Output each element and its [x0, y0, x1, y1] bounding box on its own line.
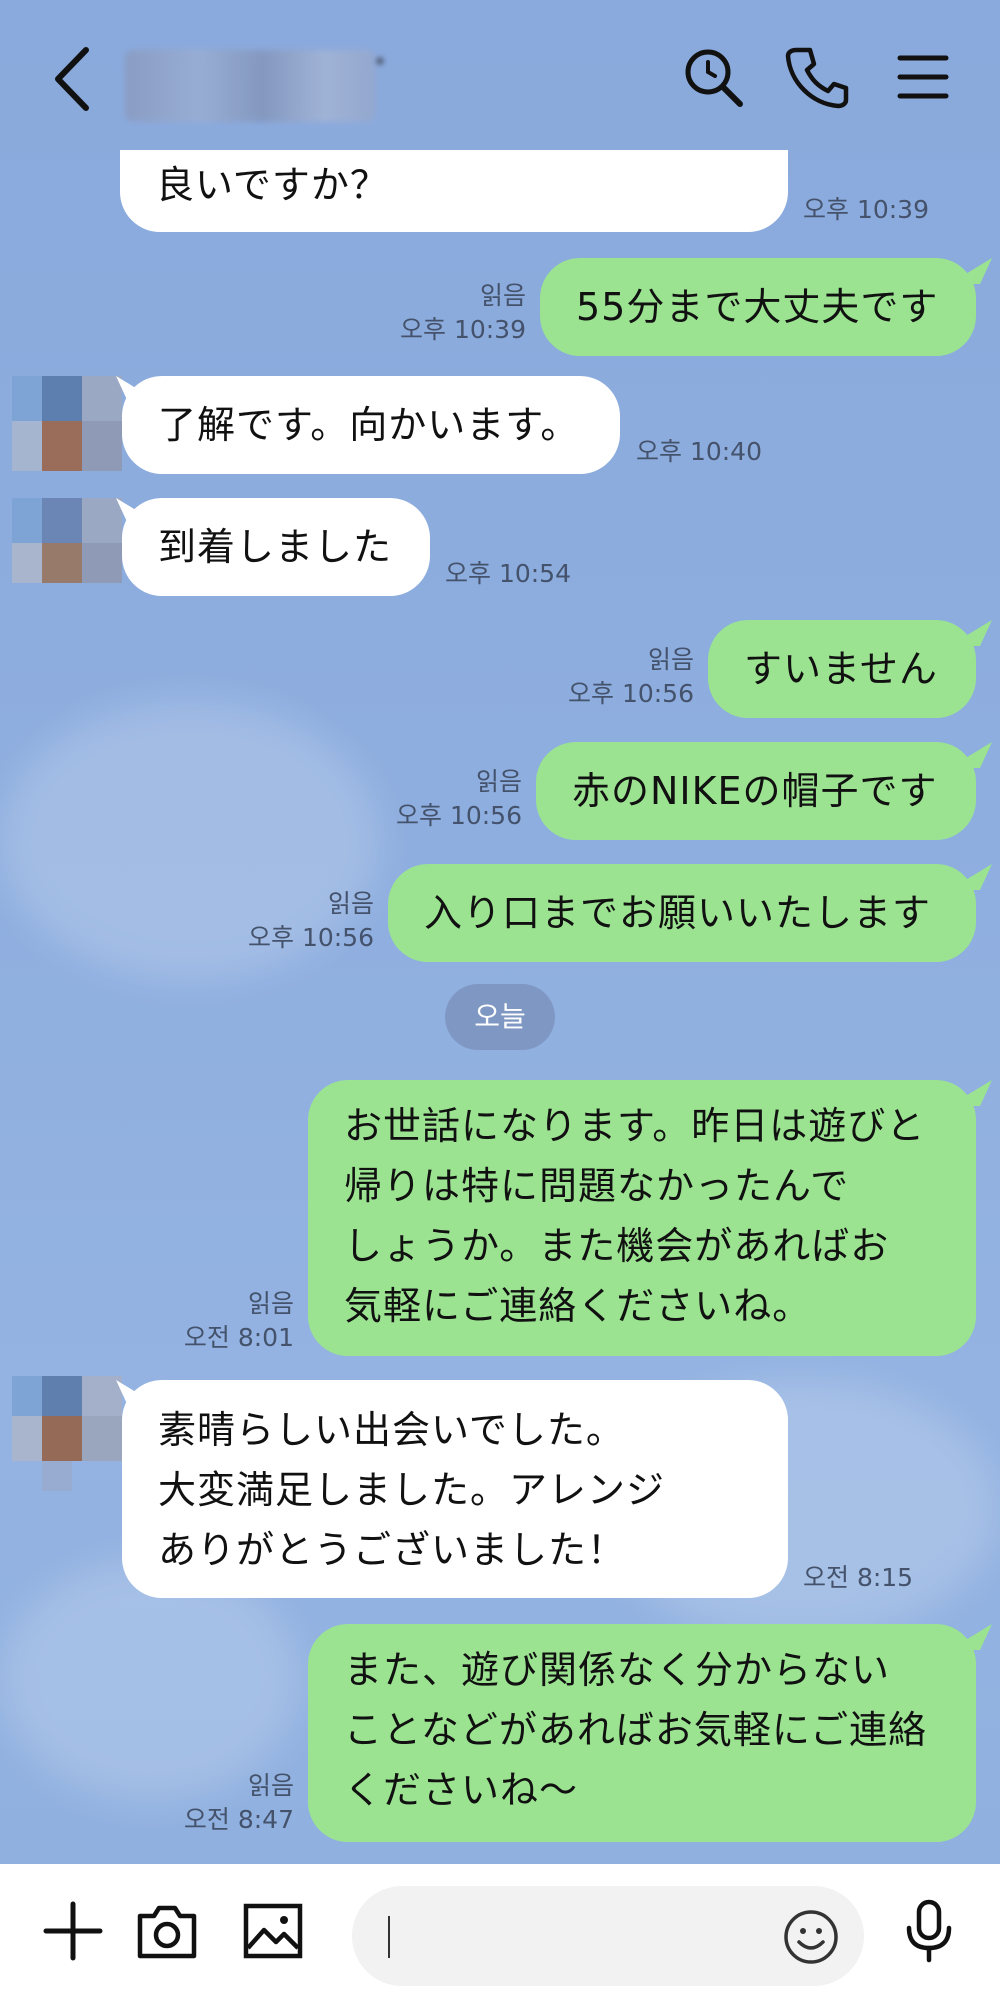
- message-text: すいません: [744, 647, 938, 691]
- contact-name[interactable]: [125, 50, 383, 122]
- message-time: 오후 10:56: [568, 679, 694, 708]
- read-receipt: 읽음: [475, 767, 522, 796]
- message-time: 오전 8:01: [183, 1323, 294, 1352]
- message-line: 帰りは特に問題なかったんで: [344, 1164, 850, 1208]
- message-time: 오후 10:54: [445, 559, 571, 588]
- message-time: 오전 8:15: [803, 1563, 914, 1592]
- mic-icon[interactable]: [894, 1896, 964, 1966]
- read-receipt: 읽음: [479, 281, 526, 310]
- image-icon[interactable]: [238, 1896, 308, 1966]
- message-time: 오후 10:56: [396, 801, 522, 830]
- phone-icon[interactable]: [782, 42, 852, 112]
- message-text: 良いですか？: [156, 163, 389, 207]
- bubble-tail: [962, 258, 992, 284]
- incoming-message[interactable]: 良いですか？: [120, 150, 788, 232]
- outgoing-message[interactable]: お世話になります。昨日は遊びと 帰りは特に問題なかったんで しょうか。また機会が…: [308, 1080, 976, 1356]
- menu-icon[interactable]: [888, 42, 958, 112]
- outgoing-message[interactable]: 赤のNIKEの帽子です: [536, 742, 976, 840]
- emoji-icon[interactable]: [782, 1908, 840, 1966]
- incoming-message[interactable]: 了解です。向かいます。: [122, 376, 620, 474]
- outgoing-message[interactable]: 入り口までお願いいたします: [388, 864, 976, 962]
- incoming-message[interactable]: 到着しました: [122, 498, 430, 596]
- message-line: 大変満足しました。アレンジ: [158, 1468, 666, 1512]
- message-text: 赤のNIKEの帽子です: [572, 769, 938, 813]
- back-icon[interactable]: [48, 44, 98, 114]
- message-text: 入り口までお願いいたします: [424, 891, 932, 935]
- message-text: 到着しました: [158, 525, 393, 569]
- read-receipt: 읽음: [247, 1771, 294, 1800]
- read-receipt: 읽음: [247, 1289, 294, 1318]
- chat-header: [0, 0, 1000, 150]
- message-time: 오후 10:56: [248, 923, 374, 952]
- bubble-tail: [962, 620, 992, 646]
- bubble-tail: [962, 864, 992, 890]
- text-cursor: [388, 1916, 390, 1958]
- camera-icon[interactable]: [132, 1896, 202, 1966]
- read-receipt: 읽음: [327, 889, 374, 918]
- outgoing-message[interactable]: 55分まで大丈夫です: [540, 258, 976, 356]
- outgoing-message[interactable]: すいません: [708, 620, 976, 718]
- avatar[interactable]: [12, 498, 122, 598]
- message-input-bar: [0, 1864, 1000, 2006]
- message-time: 오후 10:39: [803, 195, 929, 224]
- message-input[interactable]: [352, 1886, 864, 1986]
- avatar[interactable]: [12, 376, 122, 476]
- message-line: 素晴らしい出会いでした。: [158, 1408, 625, 1452]
- bubble-tail: [962, 1624, 992, 1650]
- message-line: 気軽にご連絡くださいね。: [344, 1284, 812, 1328]
- date-divider: 오늘: [445, 984, 555, 1050]
- message-text: 了解です。向かいます。: [158, 403, 580, 447]
- message-line: しょうか。また機会があればお: [344, 1224, 890, 1268]
- message-line: くださいね〜: [344, 1768, 579, 1812]
- read-receipt: 읽음: [647, 645, 694, 674]
- bubble-tail: [962, 1080, 992, 1106]
- message-time: 오전 8:47: [183, 1805, 294, 1834]
- message-text: 55分まで大丈夫です: [576, 285, 939, 329]
- message-line: また、遊び関係なく分からない: [344, 1648, 891, 1692]
- message-line: お世話になります。昨日は遊びと: [344, 1104, 926, 1148]
- outgoing-message[interactable]: また、遊び関係なく分からない ことなどがあればお気軽にご連絡 くださいね〜: [308, 1624, 976, 1842]
- message-time: 오후 10:40: [636, 437, 762, 466]
- avatar[interactable]: [12, 1376, 122, 1491]
- bubble-tail: [962, 742, 992, 768]
- search-icon[interactable]: [678, 42, 748, 112]
- message-line: ことなどがあればお気軽にご連絡: [344, 1708, 928, 1752]
- incoming-message[interactable]: 素晴らしい出会いでした。 大変満足しました。アレンジ ありがとうございました！: [122, 1380, 788, 1598]
- message-line: ありがとうございました！: [158, 1528, 627, 1572]
- message-time: 오후 10:39: [400, 315, 526, 344]
- plus-icon[interactable]: [38, 1896, 108, 1966]
